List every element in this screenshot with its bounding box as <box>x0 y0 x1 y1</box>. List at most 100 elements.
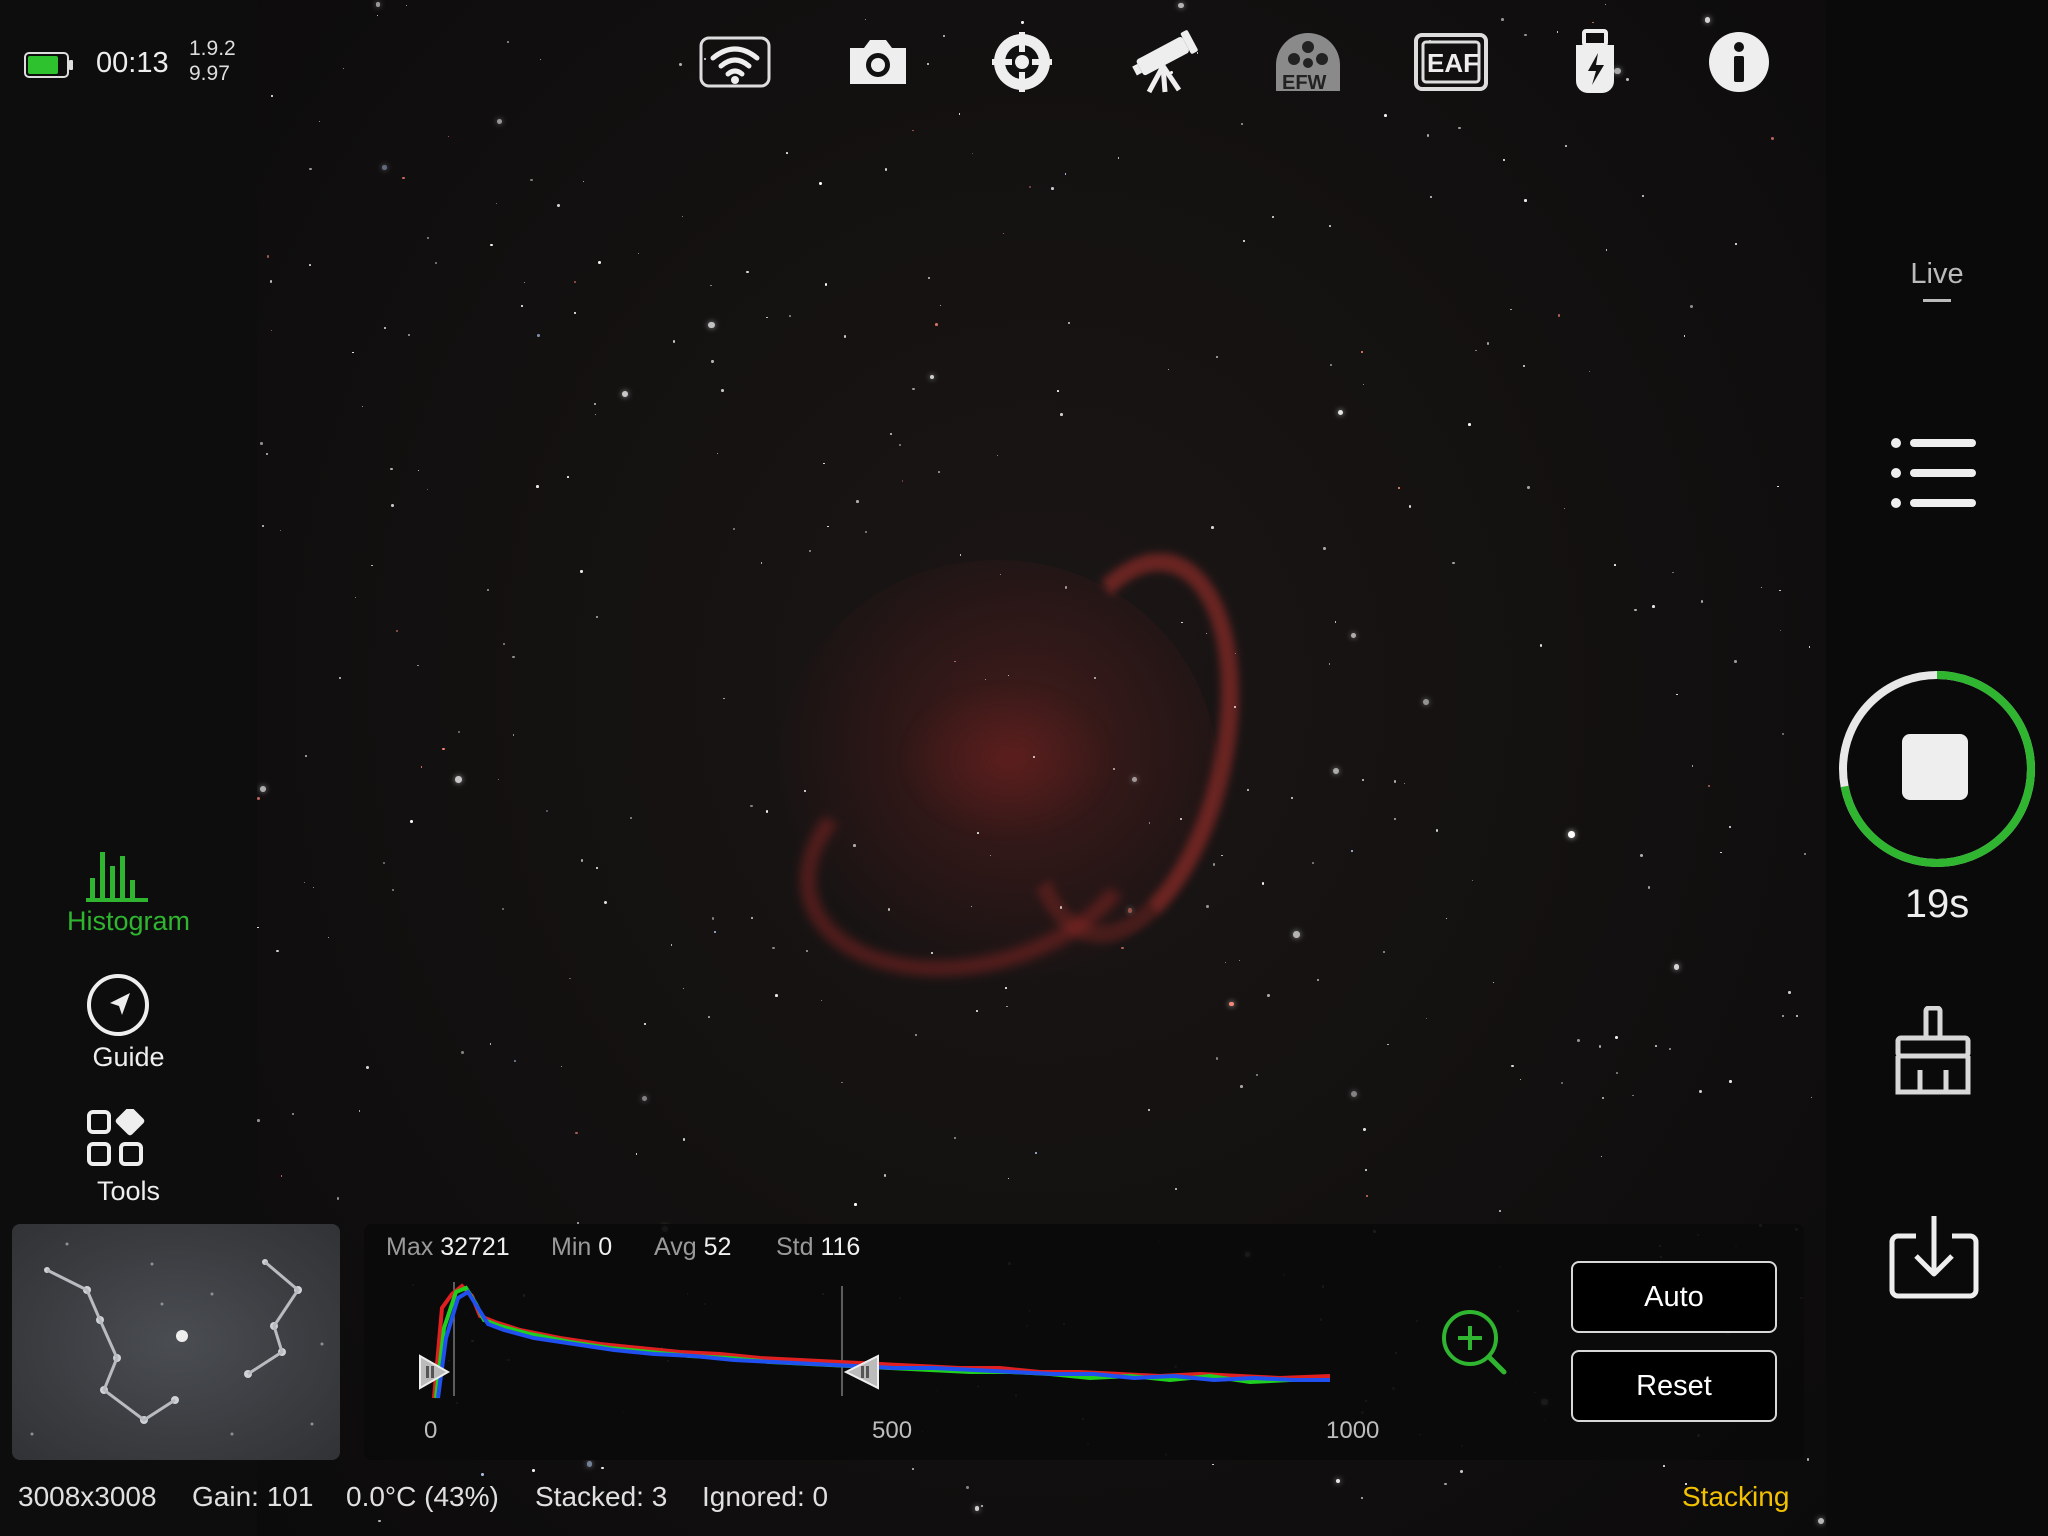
star <box>490 1043 492 1045</box>
broom-clean-icon[interactable] <box>1888 1005 1978 1101</box>
star <box>1634 608 1637 612</box>
version-bottom: 9.97 <box>189 62 230 85</box>
efw-filter-wheel-icon[interactable]: EFW <box>1268 28 1348 96</box>
star <box>580 570 583 573</box>
star <box>1458 126 1461 130</box>
star <box>1215 1057 1218 1060</box>
star <box>681 215 684 218</box>
star <box>496 119 502 125</box>
star <box>1673 964 1680 970</box>
star <box>1577 1038 1580 1042</box>
usb-power-icon[interactable] <box>1555 28 1635 96</box>
star <box>531 1469 535 1472</box>
histogram-blue-curve <box>436 1289 1330 1399</box>
star <box>942 34 946 37</box>
star <box>1604 4 1606 6</box>
star <box>1337 409 1344 416</box>
star <box>1808 645 1811 648</box>
star <box>766 316 768 319</box>
focus-target-icon[interactable] <box>982 28 1062 96</box>
tools-grid-icon <box>86 1106 148 1174</box>
wifi-icon[interactable] <box>695 28 775 96</box>
star <box>1002 233 1005 235</box>
star <box>1780 630 1782 632</box>
star <box>1486 342 1490 345</box>
star <box>1057 390 1059 392</box>
star <box>1452 561 1455 564</box>
star <box>395 629 399 632</box>
star <box>567 476 569 479</box>
star <box>808 549 812 553</box>
histogram-plot[interactable] <box>400 1268 1380 1418</box>
nav-guide[interactable]: Guide <box>0 972 257 1072</box>
star <box>1361 1497 1363 1499</box>
star <box>1498 1210 1501 1213</box>
ignored-count: Ignored: 0 <box>702 1481 829 1512</box>
star <box>1007 1177 1010 1179</box>
star <box>1733 659 1737 663</box>
star <box>935 323 939 326</box>
star <box>843 335 846 338</box>
hist-avg-value: 52 <box>703 1233 732 1261</box>
star <box>1005 986 1008 989</box>
star <box>746 270 749 274</box>
star <box>1564 144 1567 147</box>
star <box>1690 304 1694 308</box>
star <box>461 1051 464 1054</box>
sky-atlas-thumbnail[interactable] <box>12 1224 340 1460</box>
star <box>1127 908 1133 913</box>
star <box>1426 1018 1428 1020</box>
nav-tools[interactable]: Tools <box>0 1106 257 1206</box>
star <box>1655 1044 1658 1047</box>
telescope-icon[interactable] <box>1125 28 1205 96</box>
star <box>855 500 859 503</box>
auto-stretch-button[interactable]: Auto <box>1571 1261 1777 1333</box>
star <box>1059 906 1062 909</box>
stop-capture-button[interactable] <box>1902 734 1970 802</box>
star <box>389 467 393 471</box>
hist-min-value: 0 <box>598 1233 613 1261</box>
star <box>1351 633 1356 638</box>
star <box>1361 351 1364 354</box>
star <box>976 1009 979 1012</box>
star <box>1444 1482 1448 1486</box>
menu-list-icon[interactable] <box>1888 435 1978 516</box>
star <box>1179 818 1182 821</box>
star <box>257 1119 261 1122</box>
zoom-in-icon[interactable] <box>1440 1308 1510 1383</box>
star <box>827 525 829 527</box>
star <box>1729 1080 1732 1083</box>
nav-histogram[interactable]: Histogram <box>0 840 257 940</box>
star <box>595 615 599 619</box>
star <box>1382 950 1386 954</box>
star <box>1781 732 1785 736</box>
star <box>821 999 823 1002</box>
star <box>1446 918 1448 920</box>
eaf-focuser-icon[interactable]: EAF <box>1411 28 1491 96</box>
star <box>1526 485 1530 489</box>
star <box>1256 1073 1259 1076</box>
star <box>574 281 577 283</box>
star <box>1720 851 1722 854</box>
reset-stretch-button[interactable]: Reset <box>1571 1350 1777 1422</box>
star <box>603 901 607 904</box>
star <box>1588 370 1590 373</box>
star <box>1519 1078 1521 1080</box>
live-mode-tab[interactable]: Live <box>1826 258 2048 302</box>
star <box>883 1174 887 1177</box>
hist-max-value: 32721 <box>440 1233 510 1261</box>
star <box>824 282 828 286</box>
star <box>1475 349 1477 352</box>
star <box>1804 853 1807 856</box>
star <box>672 340 675 343</box>
camera-icon[interactable] <box>838 28 918 96</box>
stop-icon <box>1902 734 1968 800</box>
star <box>954 1137 957 1140</box>
download-icon[interactable] <box>1888 1212 1980 1305</box>
star <box>1598 1045 1601 1048</box>
star <box>338 676 342 680</box>
info-icon[interactable] <box>1699 28 1779 96</box>
star <box>407 334 410 337</box>
hist-tick-500: 500 <box>872 1417 913 1444</box>
star <box>1614 564 1616 566</box>
